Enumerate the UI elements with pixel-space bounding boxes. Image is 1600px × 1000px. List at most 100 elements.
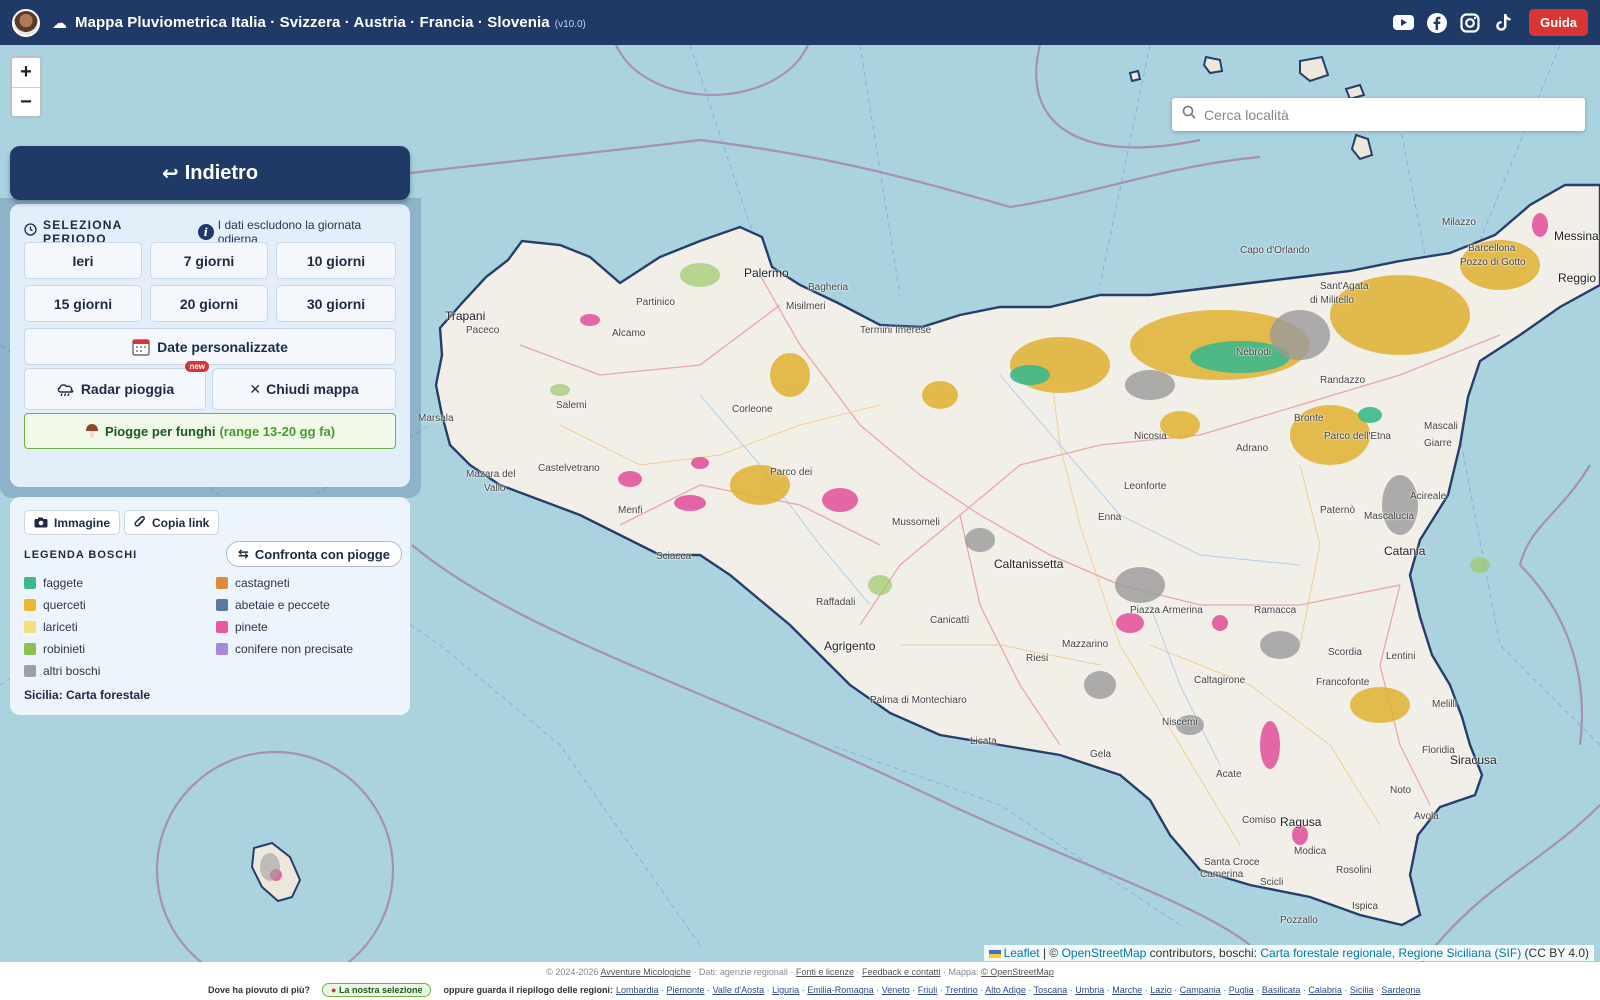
close-map-button[interactable]: ✕ Chiudi mappa [212, 368, 396, 410]
region-link[interactable]: Alto Adige [985, 985, 1026, 995]
footer-sources-link[interactable]: Fonti e licenze [796, 967, 854, 977]
our-selection-button[interactable]: ● La nostra selezione [322, 983, 432, 997]
legend-item: pinete [216, 620, 268, 634]
mushroom-rain-button[interactable]: Piogge per funghi (range 13-20 gg fa) [24, 413, 396, 449]
region-link[interactable]: Piemonte [667, 985, 705, 995]
top-bar: ☁ Mappa Pluviometrica Italia · Svizzera … [0, 0, 1600, 45]
close-icon: ✕ [249, 380, 262, 397]
zoom-in-button[interactable]: + [12, 58, 40, 87]
region-link[interactable]: Toscana [1034, 985, 1068, 995]
region-link[interactable]: Campania [1180, 985, 1221, 995]
rain-radar-label: Radar pioggia [80, 381, 175, 397]
region-link[interactable]: Calabria [1308, 985, 1342, 995]
image-button[interactable]: Immagine [24, 510, 121, 535]
legend-item: lariceti [24, 620, 78, 634]
leaflet-link[interactable]: Leaflet [1004, 946, 1040, 960]
legend-label: conifere non precisate [235, 642, 354, 656]
back-label: Indietro [184, 161, 259, 184]
period-button-ieri[interactable]: Ieri [24, 242, 142, 279]
region-links: Lombardia · Piemonte · Valle d'Aosta · L… [616, 985, 1421, 995]
legend-item: altri boschi [24, 664, 100, 678]
map-label: Bagheria [808, 282, 849, 293]
footer-or-text: oppure guarda il riepilogo delle regioni… [443, 985, 613, 995]
instagram-icon[interactable] [1459, 12, 1480, 33]
legend-title: LEGENDA BOSCHI [24, 549, 138, 561]
copy-link-button[interactable]: Copia link [124, 510, 220, 535]
footer: © 2024-2026 Avventure Micologiche · Dati… [0, 962, 1600, 1000]
footer-site-link[interactable]: Avventure Micologiche [600, 967, 690, 977]
map-label: Paceco [466, 325, 500, 336]
map-label: Partinico [636, 297, 675, 308]
region-link[interactable]: Sicilia [1350, 985, 1374, 995]
map-label: Piazza Armerina [1130, 605, 1203, 616]
legend-item: conifere non precisate [216, 642, 353, 656]
image-label: Immagine [54, 515, 111, 530]
map-label: Canicattì [930, 615, 970, 626]
footer-credits: © 2024-2026 Avventure Micologiche · Dati… [546, 967, 1054, 977]
map-label: Caltagirone [1194, 675, 1246, 686]
mushroom-rain-label: Piogge per funghi [104, 423, 216, 439]
legend-item: querceti [24, 598, 86, 612]
legend-item: faggete [24, 576, 83, 590]
period-button-7[interactable]: 7 giorni [150, 242, 268, 279]
region-link[interactable]: Liguria [772, 985, 799, 995]
map-label: Francofonte [1316, 677, 1370, 688]
map-label: Parco dei [770, 467, 813, 478]
map-label: Corleone [732, 404, 773, 415]
period-button-20[interactable]: 20 giorni [150, 285, 268, 322]
legend-swatch [216, 621, 228, 633]
info-icon[interactable]: i [197, 224, 214, 240]
region-link[interactable]: Trentino [945, 985, 978, 995]
map-label: Ragusa [1280, 815, 1322, 829]
region-link[interactable]: Lazio [1150, 985, 1172, 995]
map-label: Capo d'Orlando [1240, 245, 1310, 256]
map-label: Licata [970, 736, 997, 747]
map-label: Avola [1414, 811, 1439, 822]
guide-button[interactable]: Guida [1529, 9, 1588, 36]
map-label: Agrigento [824, 639, 876, 653]
region-link[interactable]: Friuli [918, 985, 938, 995]
map-label: Scicli [1260, 877, 1284, 888]
rain-radar-button[interactable]: Radar pioggia new [24, 361, 209, 410]
region-link[interactable]: Emilia-Romagna [807, 985, 874, 995]
mushroom-rain-range: (range 13-20 gg fa) [219, 423, 336, 439]
legend-item: abetaie e peccete [216, 598, 330, 612]
period-button-10[interactable]: 10 giorni [276, 242, 396, 279]
attribution-sep: | © [1042, 946, 1059, 960]
rain-cloud-icon: ☁ [52, 14, 67, 32]
map-label: Mazzarino [1062, 639, 1109, 650]
map-label: Enna [1098, 512, 1122, 523]
period-button-30[interactable]: 30 giorni [276, 285, 396, 322]
back-button[interactable]: ↩ Indietro [10, 146, 410, 200]
osm-link[interactable]: OpenStreetMap [1062, 946, 1147, 960]
zoom-out-button[interactable]: − [12, 87, 40, 116]
compare-rain-button[interactable]: ⇆ Confronta con piogge [226, 541, 402, 567]
search-input[interactable] [1204, 106, 1564, 123]
region-link[interactable]: Puglia [1229, 985, 1254, 995]
region-link[interactable]: Lombardia [616, 985, 659, 995]
region-link[interactable]: Valle d'Aosta [713, 985, 765, 995]
period-button-15[interactable]: 15 giorni [24, 285, 142, 322]
footer-feedback-link[interactable]: Feedback e contatti [862, 967, 941, 977]
youtube-icon[interactable] [1393, 12, 1415, 33]
region-link[interactable]: Basilicata [1262, 985, 1301, 995]
map-label: Pozzo di Gotto [1460, 257, 1526, 268]
map-attribution: Leaflet | © OpenStreetMap contributors, … [983, 945, 1594, 961]
avatar[interactable] [12, 8, 40, 37]
map-label: Scordia [1328, 647, 1362, 658]
map-label: Leonforte [1124, 481, 1167, 492]
footer-osm-link[interactable]: © OpenStreetMap [981, 967, 1054, 977]
region-link[interactable]: Sardegna [1381, 985, 1420, 995]
region-link[interactable]: Veneto [882, 985, 910, 995]
tiktok-icon[interactable] [1492, 12, 1513, 33]
region-link[interactable]: Marche [1112, 985, 1142, 995]
map-label: Sciacca [656, 551, 692, 562]
carta-forestale-link[interactable]: Carta forestale regionale, Regione Sicil… [1260, 946, 1521, 960]
attribution-contributors: contributors, boschi: [1149, 946, 1258, 960]
footer-map-note: · Mappa: [943, 967, 979, 977]
legend-label: altri boschi [43, 664, 101, 678]
facebook-icon[interactable] [1426, 12, 1447, 33]
custom-dates-button[interactable]: Date personalizzate [24, 328, 396, 365]
region-link[interactable]: Umbria [1075, 985, 1104, 995]
map-label: Nicosia [1134, 431, 1167, 442]
